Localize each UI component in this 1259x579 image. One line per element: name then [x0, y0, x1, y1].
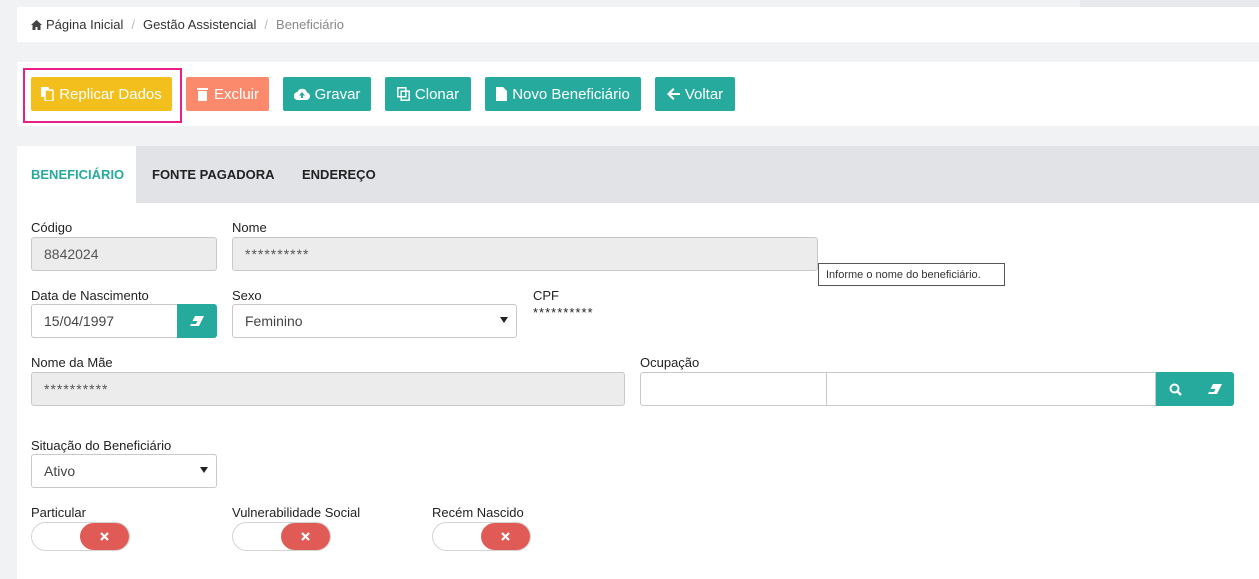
trash-icon: [196, 88, 208, 101]
arrow-left-icon: [666, 88, 680, 100]
codigo-field[interactable]: 8842024: [31, 237, 217, 271]
nome-label: Nome: [232, 220, 267, 235]
toggle-knob: [281, 523, 330, 550]
nome-field[interactable]: **********: [232, 237, 818, 271]
chevron-down-icon: [200, 467, 208, 473]
replicar-dados-label: Replicar Dados: [59, 85, 162, 103]
breadcrumb: Página Inicial / Gestão Assistencial / B…: [17, 7, 1259, 42]
tab-beneficiario[interactable]: BENEFICIÁRIO: [17, 146, 136, 203]
chevron-down-icon: [500, 317, 508, 323]
ocupacao-search-button[interactable]: [1156, 372, 1195, 406]
codigo-label: Código: [31, 220, 73, 235]
novo-beneficiario-label: Novo Beneficiário: [512, 85, 630, 103]
novo-beneficiario-button[interactable]: Novo Beneficiário: [485, 77, 641, 111]
vulnerabilidade-label: Vulnerabilidade Social: [232, 505, 361, 520]
particular-toggle[interactable]: [31, 522, 130, 551]
clonar-button[interactable]: Clonar: [385, 77, 471, 111]
situacao-value: Ativo: [44, 463, 76, 479]
recem-nascido-label: Recém Nascido: [432, 505, 524, 520]
excluir-button[interactable]: Excluir: [186, 77, 269, 111]
nascimento-clear-button[interactable]: [177, 304, 217, 338]
eraser-icon: [190, 316, 204, 326]
cpf-value: **********: [533, 305, 594, 320]
breadcrumb-section-link[interactable]: Gestão Assistencial: [143, 17, 256, 32]
sexo-select[interactable]: Feminino: [232, 304, 517, 338]
nome-tooltip: Informe o nome do beneficiário.: [818, 263, 1005, 286]
vulnerabilidade-toggle[interactable]: [232, 522, 331, 551]
voltar-button[interactable]: Voltar: [655, 77, 735, 111]
sexo-value: Feminino: [245, 313, 303, 329]
gravar-label: Gravar: [314, 85, 361, 103]
situacao-select[interactable]: Ativo: [31, 454, 217, 488]
recem-nascido-toggle[interactable]: [432, 522, 531, 551]
toggle-knob: [481, 523, 530, 550]
ocupacao-desc-field[interactable]: [826, 372, 1156, 406]
close-icon: [501, 532, 510, 541]
home-icon: [31, 19, 42, 30]
top-strip: [1080, 0, 1259, 7]
breadcrumb-separator: /: [264, 17, 269, 32]
replicar-dados-button[interactable]: Replicar Dados: [31, 77, 172, 111]
toggle-knob: [80, 523, 129, 550]
clonar-label: Clonar: [414, 85, 460, 103]
breadcrumb-separator: /: [131, 17, 135, 32]
tab-endereco[interactable]: ENDEREÇO: [302, 146, 376, 203]
cpf-label: CPF: [533, 288, 559, 303]
mae-label: Nome da Mãe: [31, 355, 113, 370]
clone-icon: [396, 87, 410, 101]
ocupacao-clear-button[interactable]: [1195, 372, 1234, 406]
sexo-label: Sexo: [232, 288, 262, 303]
file-icon: [496, 87, 508, 101]
cloud-upload-icon: [293, 88, 310, 100]
excluir-label: Excluir: [213, 85, 259, 103]
form-panel: BENEFICIÁRIO FONTE PAGADORA ENDEREÇO Cód…: [17, 146, 1259, 579]
gravar-button[interactable]: Gravar: [283, 77, 371, 111]
toolbar: Replicar Dados Excluir Gravar Clonar Nov…: [17, 62, 1259, 126]
voltar-label: Voltar: [684, 85, 724, 103]
close-icon: [100, 532, 109, 541]
nascimento-field[interactable]: 15/04/1997: [31, 304, 178, 338]
search-icon: [1169, 383, 1182, 396]
mae-field[interactable]: **********: [31, 372, 625, 406]
particular-label: Particular: [31, 505, 86, 520]
close-icon: [301, 532, 310, 541]
breadcrumb-home-link[interactable]: Página Inicial: [46, 17, 123, 32]
tab-bar: BENEFICIÁRIO FONTE PAGADORA ENDEREÇO: [17, 146, 1259, 203]
breadcrumb-current: Beneficiário: [276, 17, 344, 32]
tab-fonte-pagadora[interactable]: FONTE PAGADORA: [152, 146, 275, 203]
situacao-label: Situação do Beneficiário: [31, 438, 172, 453]
eraser-icon: [1207, 384, 1222, 394]
ocupacao-code-field[interactable]: [640, 372, 827, 406]
nascimento-label: Data de Nascimento: [31, 288, 149, 303]
copy-icon: [41, 87, 54, 101]
ocupacao-label: Ocupação: [640, 355, 700, 370]
